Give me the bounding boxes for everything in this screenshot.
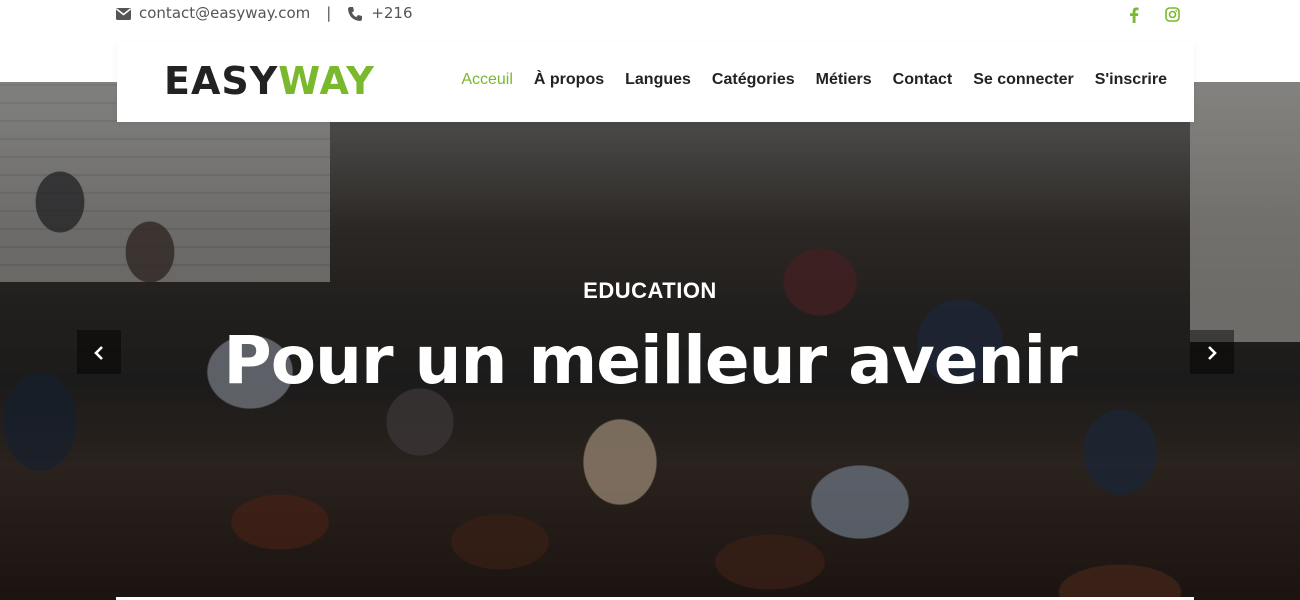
facebook-icon[interactable] [1129, 4, 1139, 23]
envelope-icon [116, 4, 131, 22]
nav-item-acceuil[interactable]: Acceuil [461, 71, 513, 89]
email-link[interactable]: contact@easyway.com [139, 4, 310, 22]
contact-info: contact@easyway.com | +216 [116, 4, 413, 22]
hero-slider: EDUCATION Pour un meilleur avenir [0, 82, 1300, 600]
nav-item-s-inscrire[interactable]: S'inscrire [1095, 71, 1167, 89]
top-bar: contact@easyway.com | +216 [0, 0, 1300, 28]
nav-menu: Acceuil À propos Langues Catégories Méti… [461, 71, 1167, 89]
logo-part-easy: EASY [164, 59, 279, 103]
nav-item-categories[interactable]: Catégories [712, 71, 795, 89]
nav-item-metiers[interactable]: Métiers [816, 71, 872, 89]
nav-item-contact[interactable]: Contact [893, 71, 953, 89]
nav-item-langues[interactable]: Langues [625, 71, 691, 89]
hero-title: Pour un meilleur avenir [223, 322, 1077, 399]
nav-item-a-propos[interactable]: À propos [534, 71, 604, 89]
slider-prev-button[interactable] [77, 330, 121, 374]
social-links [1129, 4, 1180, 23]
main-navbar: EASYWAY Acceuil À propos Langues Catégor… [117, 41, 1194, 122]
chevron-left-icon [93, 343, 105, 362]
nav-item-se-connecter[interactable]: Se connecter [973, 71, 1073, 89]
instagram-icon[interactable] [1165, 4, 1180, 23]
hero-subtitle: EDUCATION [583, 278, 717, 303]
separator: | [326, 4, 332, 22]
slider-next-button[interactable] [1190, 330, 1234, 374]
chevron-right-icon [1206, 343, 1218, 362]
logo-part-way: WAY [278, 59, 375, 103]
phone-icon [347, 4, 363, 22]
site-logo[interactable]: EASYWAY [164, 59, 375, 103]
phone-link[interactable]: +216 [371, 4, 412, 22]
